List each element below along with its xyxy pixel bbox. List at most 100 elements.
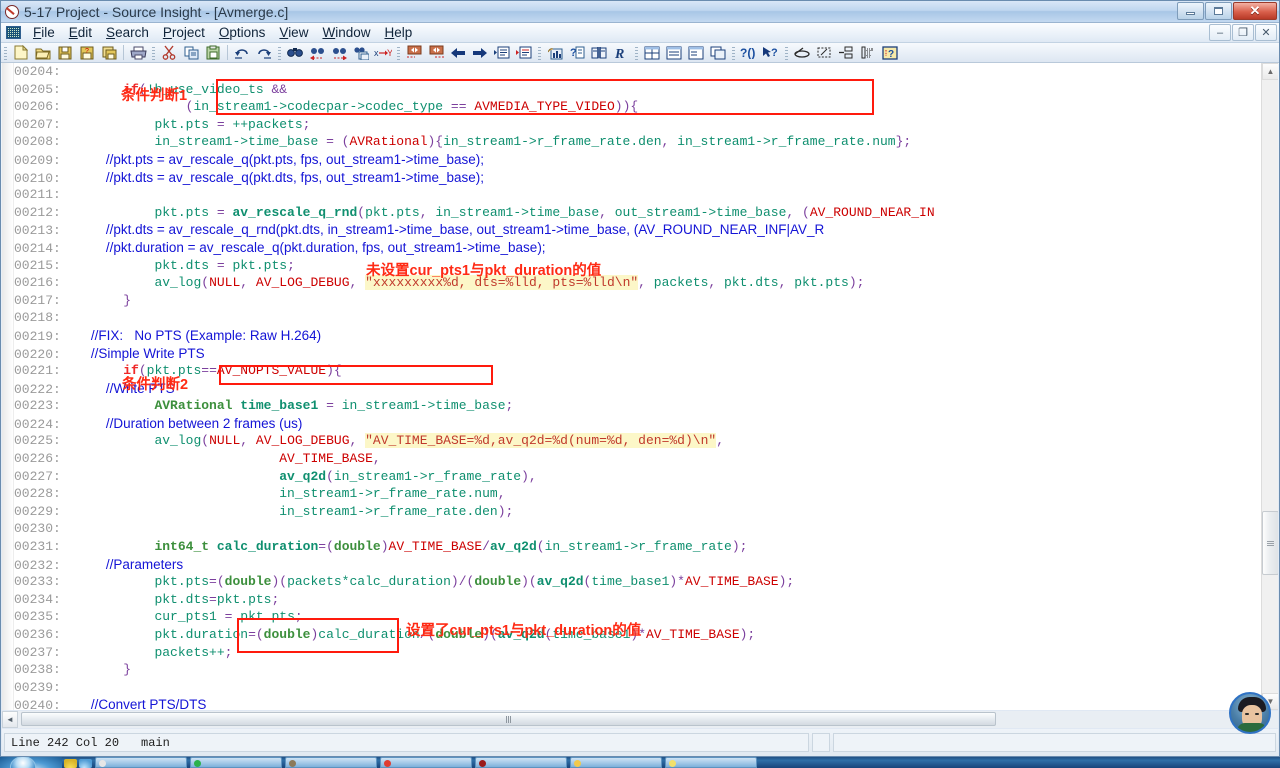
code-line[interactable]: 00237: packets++;: [14, 644, 1261, 662]
save-as-icon[interactable]: ?: [76, 44, 98, 62]
code-line[interactable]: 00207: pkt.pts = ++packets;: [14, 116, 1261, 134]
forward-arrow-icon[interactable]: [469, 44, 491, 62]
code-line[interactable]: 00227: av_q2d(in_stream1->r_frame_rate),: [14, 468, 1261, 486]
taskbar-item-3[interactable]: [285, 757, 377, 768]
code-line[interactable]: 00230:: [14, 520, 1261, 538]
code-line[interactable]: 00215: pkt.dts = pkt.pts;: [14, 257, 1261, 275]
code-line[interactable]: 00222: //Write PTS: [14, 380, 1261, 398]
code-line[interactable]: 00224: //Duration between 2 frames (us): [14, 415, 1261, 433]
save-all-icon[interactable]: [98, 44, 120, 62]
maximize-button[interactable]: [1205, 2, 1232, 20]
redo-icon[interactable]: [253, 44, 275, 62]
vertical-scrollbar[interactable]: ▲ ▼: [1261, 63, 1278, 710]
duplicate-window-icon[interactable]: [707, 44, 729, 62]
horizontal-split-icon[interactable]: [663, 44, 685, 62]
toolbar-grip-6[interactable]: [635, 45, 638, 60]
close-button[interactable]: ✕: [1233, 2, 1277, 20]
taskbar-item-5[interactable]: [475, 757, 567, 768]
vertical-scroll-thumb[interactable]: [1262, 511, 1278, 575]
switch-windows-icon[interactable]: [79, 759, 92, 768]
menu-options[interactable]: Options: [212, 24, 273, 41]
scroll-up-button[interactable]: ▲: [1262, 63, 1278, 80]
vertical-split-icon[interactable]: [685, 44, 707, 62]
code-line[interactable]: 00234: pkt.dts=pkt.pts;: [14, 591, 1261, 609]
pointer-help-icon[interactable]: ?: [760, 44, 782, 62]
cut-icon[interactable]: [158, 44, 180, 62]
search-icon[interactable]: [284, 44, 306, 62]
toolbar-grip-3[interactable]: [278, 45, 281, 60]
code-line[interactable]: 00236: pkt.duration=(double)calc_duratio…: [14, 626, 1261, 644]
taskbar-item-1[interactable]: [95, 757, 187, 768]
code-line[interactable]: 00228: in_stream1->r_frame_rate.num,: [14, 485, 1261, 503]
toolbar-grip-7[interactable]: [732, 45, 735, 60]
toolbar-grip-5[interactable]: [538, 45, 541, 60]
preferences-icon[interactable]: ?: [879, 44, 901, 62]
code-line[interactable]: 00239:: [14, 679, 1261, 697]
symbol-window-icon[interactable]: [544, 44, 566, 62]
taskbar-item-2[interactable]: [190, 757, 282, 768]
toolbar-grip-2[interactable]: [152, 45, 155, 60]
menu-view[interactable]: View: [272, 24, 315, 41]
code-line[interactable]: 00225: av_log(NULL, AV_LOG_DEBUG, "AV_TI…: [14, 432, 1261, 450]
menu-search[interactable]: Search: [99, 24, 156, 41]
code-line[interactable]: 00235: cur_pts1 = pkt.pts;: [14, 608, 1261, 626]
horizontal-scroll-thumb[interactable]: [21, 712, 996, 726]
back-arrow-icon[interactable]: [447, 44, 469, 62]
horizontal-scrollbar[interactable]: ◄: [2, 711, 1278, 728]
search-files-icon[interactable]: [350, 44, 372, 62]
code-line[interactable]: 00216: av_log(NULL, AV_LOG_DEBUG, "xxxxx…: [14, 274, 1261, 292]
mdi-minimize-button[interactable]: –: [1209, 24, 1231, 41]
code-line[interactable]: 00240: //Convert PTS/DTS: [14, 696, 1261, 710]
scroll-left-button[interactable]: ◄: [2, 711, 18, 728]
smart-rename-icon[interactable]: [791, 44, 813, 62]
menu-window[interactable]: Window: [315, 24, 377, 41]
code-line[interactable]: 00232: //Parameters: [14, 556, 1261, 574]
code-line[interactable]: 00206: (in_stream1->codecpar->codec_type…: [14, 98, 1261, 116]
expand-left-icon[interactable]: [403, 44, 425, 62]
indent-icon[interactable]: [835, 44, 857, 62]
relation-window-icon[interactable]: R: [610, 44, 632, 62]
search-backward-icon[interactable]: [306, 44, 328, 62]
code-line[interactable]: 00204:: [14, 63, 1261, 81]
code-lines[interactable]: 00204: 00205: if(!b_use_video_ts && 00206:…: [14, 63, 1261, 710]
undo-icon[interactable]: [231, 44, 253, 62]
menu-help[interactable]: Help: [377, 24, 419, 41]
syntax-help-icon[interactable]: ?(): [738, 44, 760, 62]
code-line[interactable]: 00223: AVRational time_base1 = in_stream…: [14, 397, 1261, 415]
code-editor[interactable]: 00204: 00205: if(!b_use_video_ts && 00206:…: [2, 63, 1278, 710]
menu-project[interactable]: Project: [156, 24, 212, 41]
paste-icon[interactable]: [202, 44, 224, 62]
mdi-close-button[interactable]: ✕: [1255, 24, 1277, 41]
code-line[interactable]: 00217: }: [14, 292, 1261, 310]
mdi-restore-button[interactable]: ❐: [1232, 24, 1254, 41]
code-line[interactable]: 00231: int64_t calc_duration=(double)AV_…: [14, 538, 1261, 556]
search-forward-icon[interactable]: [328, 44, 350, 62]
toolbar-grip[interactable]: [4, 45, 7, 60]
outline-icon[interactable]: [857, 44, 879, 62]
title-bar[interactable]: 5-17 Project - Source Insight - [Avmerge…: [1, 1, 1279, 23]
code-line[interactable]: 00219: //FIX: No PTS (Example: Raw H.264…: [14, 327, 1261, 345]
code-line[interactable]: 00209: //pkt.pts = av_rescale_q(pkt.pts,…: [14, 151, 1261, 169]
browse-reference-icon[interactable]: [588, 44, 610, 62]
code-line[interactable]: 00226: AV_TIME_BASE,: [14, 450, 1261, 468]
taskbar-item-6[interactable]: [570, 757, 662, 768]
taskbar-item-7[interactable]: [665, 757, 757, 768]
select-block-icon[interactable]: [813, 44, 835, 62]
code-line[interactable]: 00220: //Simple Write PTS: [14, 345, 1261, 363]
code-line[interactable]: 00238: }: [14, 661, 1261, 679]
tile-windows-icon[interactable]: [641, 44, 663, 62]
new-file-icon[interactable]: [10, 44, 32, 62]
jump-to-definition-icon[interactable]: [491, 44, 513, 62]
code-line[interactable]: 00211:: [14, 186, 1261, 204]
menu-edit[interactable]: Edit: [62, 24, 99, 41]
minimize-button[interactable]: [1177, 2, 1204, 20]
taskbar-item-4[interactable]: [380, 757, 472, 768]
toolbar-grip-4[interactable]: [397, 45, 400, 60]
print-icon[interactable]: [127, 44, 149, 62]
code-line[interactable]: 00210: //pkt.dts = av_rescale_q(pkt.dts,…: [14, 169, 1261, 187]
save-icon[interactable]: [54, 44, 76, 62]
expand-right-icon[interactable]: [425, 44, 447, 62]
code-line[interactable]: 00214: //pkt.duration = av_rescale_q(pkt…: [14, 239, 1261, 257]
code-line[interactable]: 00205: if(!b_use_video_ts &&: [14, 81, 1261, 99]
copy-icon[interactable]: [180, 44, 202, 62]
